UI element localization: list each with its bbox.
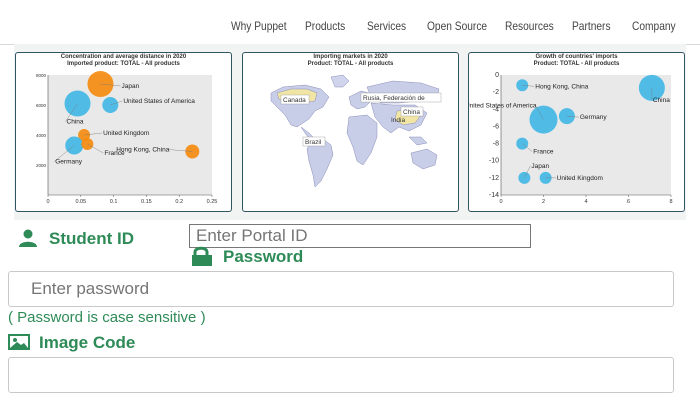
- nav-open-source[interactable]: Open Source: [427, 19, 487, 33]
- y-tick-label: -6: [493, 123, 499, 130]
- map-label-china-text: China: [403, 109, 420, 116]
- password-input[interactable]: [8, 271, 674, 307]
- map-label-russia-text: Rusia, Federación de: [363, 95, 425, 102]
- point-label-france: France: [533, 149, 554, 156]
- y-tick-label: -8: [493, 141, 499, 148]
- bubble-germany: [558, 108, 575, 125]
- point-label-united-states-of-america: United States of America: [123, 98, 195, 105]
- x-tick-label: 0.25: [207, 199, 218, 205]
- point-label-germany: Germany: [580, 114, 607, 121]
- y-tick-label: 4000: [36, 133, 47, 138]
- bubble-china: [64, 90, 91, 117]
- password-hint: ( Password is case sensitive ): [8, 309, 206, 326]
- nav-services[interactable]: Services: [367, 19, 406, 33]
- australia-shape: [410, 148, 438, 170]
- map-label-india-text: India: [391, 117, 405, 124]
- x-tick-label: 4: [584, 199, 587, 205]
- nav-why-puppet[interactable]: Why Puppet: [231, 19, 287, 33]
- password-label: Password: [223, 247, 304, 266]
- world-map: Canada Rusia, Federación de China India …: [270, 74, 442, 188]
- bubble-germany: [65, 136, 84, 155]
- student-id-label: Student ID: [49, 229, 134, 248]
- point-label-china: China: [653, 97, 670, 104]
- map-label-brazil-text: Brazil: [305, 139, 322, 146]
- concentration-scatter-chart: 0 0.05 0.1 0.15 0.2 0.25 8000 6000 4000 2000 Japan…: [36, 71, 218, 205]
- y-tick-label: 8000: [36, 73, 47, 78]
- importing-markets-card[interactable]: Importing markets in 2020 Product: TOTAL…: [242, 52, 459, 212]
- y-tick-label: -10: [489, 158, 499, 165]
- point-label-united-kingdom: United Kingdom: [557, 175, 603, 182]
- image-icon: [8, 334, 30, 350]
- x-tick-label: 0.05: [75, 199, 86, 205]
- concentration-chart-card[interactable]: Concentration and average distance in 20…: [15, 52, 232, 212]
- point-label-united-states-of-america: United States of America: [469, 103, 537, 110]
- x-tick-label: 0.1: [110, 199, 118, 205]
- greenland-shape: [330, 74, 350, 88]
- import-growth-card[interactable]: Growth of countries' imports Product: TO…: [468, 52, 685, 212]
- image-code-label: Image Code: [39, 333, 136, 352]
- x-tick-label: 0.15: [141, 199, 152, 205]
- point-label-japan: Japan: [121, 83, 139, 90]
- point-label-hong-kong-china: Hong Kong, China: [116, 147, 170, 154]
- x-tick-label: 2: [542, 199, 545, 205]
- point-label-hong-kong-china: Hong Kong, China: [535, 83, 589, 90]
- y-tick-label: -12: [489, 175, 499, 182]
- map-label-canada-text: Canada: [283, 97, 306, 104]
- y-tick-label: 6000: [36, 103, 47, 108]
- y-tick-label: -14: [489, 192, 499, 199]
- nav-company[interactable]: Company: [632, 19, 676, 33]
- point-label-japan: Japan: [531, 163, 549, 170]
- point-label-united-kingdom: United Kingdom: [103, 130, 149, 137]
- africa-shape: [346, 114, 378, 166]
- growth-scatter-chart: 0 2 4 6 80-2-4-6-8-10-12-14Hong Kong, ChinaC…: [469, 72, 673, 205]
- x-tick-label: 0.2: [175, 199, 183, 205]
- y-tick-label: 2000: [36, 163, 47, 168]
- point-label-china: China: [67, 119, 84, 126]
- y-tick-label: 0: [495, 72, 499, 79]
- portal-id-input[interactable]: [189, 224, 531, 248]
- top-navigation: Why Puppet Products Services Open Source…: [0, 0, 700, 45]
- image-code-input[interactable]: [8, 357, 674, 393]
- x-tick-label: 0: [46, 199, 49, 205]
- y-tick-label: -2: [493, 89, 499, 96]
- x-tick-label: 6: [627, 199, 630, 205]
- x-tick-label: 0: [499, 199, 502, 205]
- bubble-japan: [518, 171, 531, 184]
- point-label-germany: Germany: [55, 159, 82, 166]
- x-tick-label: 8: [669, 199, 672, 205]
- lock-icon: [192, 246, 212, 266]
- nav-partners[interactable]: Partners: [572, 19, 611, 33]
- user-icon: [19, 229, 37, 247]
- nav-products[interactable]: Products: [305, 19, 345, 33]
- nav-resources[interactable]: Resources: [505, 19, 554, 33]
